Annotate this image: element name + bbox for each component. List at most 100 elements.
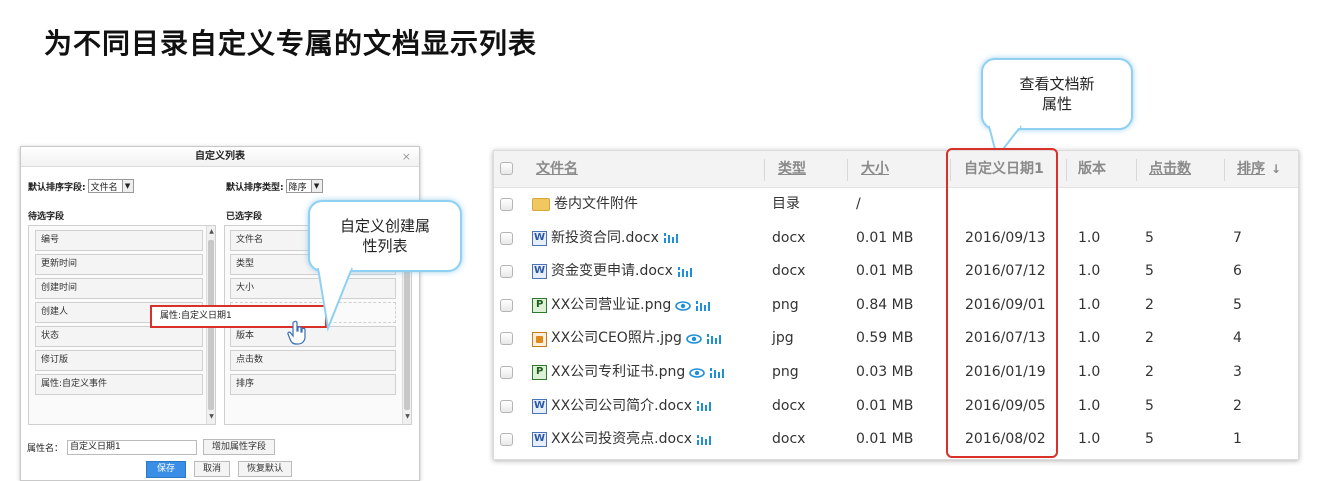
file-name-link[interactable]: 新投资合同.docx [551, 222, 659, 256]
available-fields-heading: 待选字段 [28, 212, 65, 222]
selected-field-item[interactable]: 点击数 [230, 350, 396, 371]
dialog-titlebar: 自定义列表 × [21, 147, 419, 167]
file-type-cell: docx [772, 263, 806, 280]
stats-icon[interactable] [696, 400, 712, 412]
preview-eye-icon[interactable] [689, 367, 706, 378]
row-checkbox[interactable] [500, 231, 513, 245]
column-header-clicks[interactable]: 点击数 [1149, 151, 1191, 188]
file-name-cell: XX公司CEO照片.jpg [532, 322, 722, 356]
default-sort-field-select[interactable]: 文件名 ▼ [87, 179, 134, 193]
scroll-down-icon[interactable]: ▼ [207, 413, 216, 420]
column-separator [950, 159, 951, 181]
file-name-cell: XX公司营业证.png [532, 289, 711, 323]
word-doc-icon [532, 432, 547, 448]
stats-icon[interactable] [709, 367, 725, 379]
column-header-custom-date[interactable]: 自定义日期1 [964, 151, 1044, 188]
custom-date-cell: 2016/09/13 [965, 229, 1046, 246]
version-cell: 1.0 [1078, 296, 1101, 313]
available-field-item[interactable]: 修订版 [35, 350, 203, 371]
clicks-cell: 5 [1145, 263, 1154, 280]
row-checkbox[interactable] [500, 433, 513, 447]
restore-default-button[interactable]: 恢复默认 [238, 461, 293, 477]
custom-date-cell: 2016/09/01 [965, 296, 1046, 313]
file-name-link[interactable]: XX公司CEO照片.jpg [551, 322, 682, 356]
close-icon[interactable]: × [402, 147, 411, 167]
file-name-link[interactable]: XX公司专利证书.png [551, 356, 685, 390]
table-row[interactable]: XX公司公司简介.docx docx 0.01 MB 2016/09/05 1.0 5 2 [494, 390, 1298, 424]
column-header-name[interactable]: 文件名 [536, 151, 578, 188]
default-sort-type-value: 降序 [288, 182, 307, 193]
file-name-link[interactable]: 资金变更申请.docx [551, 255, 673, 289]
chevron-down-icon: ▼ [310, 180, 322, 192]
available-field-item[interactable]: 更新时间 [35, 254, 203, 275]
table-row[interactable]: 新投资合同.docx docx 0.01 MB 2016/09/13 1.0 5 7 [494, 222, 1298, 256]
row-checkbox[interactable] [500, 332, 513, 346]
default-sort-type-select[interactable]: 降序 ▼ [285, 179, 323, 193]
callout-view-doc-attr: 查看文档新 属性 [981, 58, 1133, 130]
column-separator [1224, 159, 1225, 181]
stats-icon[interactable] [696, 434, 712, 446]
table-row[interactable]: XX公司CEO照片.jpg jpg 0.59 MB 2016/07/13 1.0 2 4 [494, 322, 1298, 356]
version-cell: 1.0 [1078, 397, 1101, 414]
preview-eye-icon[interactable] [686, 334, 702, 344]
select-all-checkbox[interactable] [500, 162, 513, 175]
file-name-cell: 新投资合同.docx [532, 222, 679, 256]
row-checkbox[interactable] [500, 198, 513, 211]
row-checkbox[interactable] [500, 298, 513, 312]
column-header-version[interactable]: 版本 [1078, 151, 1106, 188]
row-checkbox[interactable] [500, 265, 513, 279]
file-name-cell: 卷内文件附件 [532, 188, 638, 222]
clicks-cell: 2 [1145, 330, 1154, 347]
attr-name-row: 属性名： 自定义日期1 增加属性字段 [27, 439, 276, 455]
clicks-cell: 5 [1145, 229, 1154, 246]
custom-date-cell: 2016/08/02 [965, 431, 1046, 448]
word-doc-icon [532, 398, 547, 414]
available-field-item[interactable]: 状态 [35, 326, 203, 347]
stats-icon[interactable] [663, 232, 679, 244]
order-cell: 7 [1233, 229, 1242, 246]
save-button[interactable]: 保存 [146, 461, 187, 478]
file-size-cell: 0.01 MB [856, 229, 914, 246]
row-checkbox[interactable] [500, 399, 513, 413]
order-cell: 1 [1233, 431, 1242, 448]
file-type-cell: 目录 [772, 196, 800, 212]
table-row[interactable]: 资金变更申请.docx docx 0.01 MB 2016/07/12 1.0 5 6 [494, 255, 1298, 289]
table-row[interactable]: XX公司专利证书.png png 0.03 MB 2016/01/19 1.0 2 3 [494, 356, 1298, 390]
table-row[interactable]: 卷内文件附件 目录 / [494, 188, 1298, 222]
dialog-button-row: 保存 取消 恢复默认 [146, 461, 293, 478]
file-name-link[interactable]: XX公司营业证.png [551, 289, 671, 323]
file-name-cell: XX公司专利证书.png [532, 356, 725, 390]
attr-name-input[interactable]: 自定义日期1 [67, 439, 198, 455]
file-size-cell: 0.59 MB [856, 330, 914, 347]
word-doc-icon [532, 230, 547, 246]
custom-date-cell: 2016/07/13 [965, 330, 1046, 347]
column-header-size[interactable]: 大小 [861, 151, 889, 188]
stats-icon[interactable] [677, 266, 693, 278]
file-name-link[interactable]: XX公司投资亮点.docx [551, 423, 692, 457]
custom-date-cell: 2016/09/05 [965, 397, 1046, 414]
stats-icon[interactable] [706, 333, 722, 345]
table-row[interactable]: XX公司投资亮点.docx docx 0.01 MB 2016/08/02 1.0 5 1 [494, 423, 1298, 457]
available-field-item[interactable]: 编号 [35, 230, 203, 251]
add-attr-field-button[interactable]: 增加属性字段 [203, 439, 276, 455]
hand-cursor-icon [287, 320, 306, 345]
cancel-button[interactable]: 取消 [194, 461, 231, 477]
column-header-type[interactable]: 类型 [778, 151, 806, 188]
file-name-link[interactable]: XX公司公司简介.docx [551, 390, 692, 424]
table-row[interactable]: XX公司营业证.png png 0.84 MB 2016/09/01 1.0 2 5 [494, 289, 1298, 323]
selected-field-item[interactable]: 排序 [230, 374, 396, 395]
file-type-cell: png [772, 296, 799, 313]
preview-eye-icon[interactable] [675, 300, 692, 311]
scroll-down-icon[interactable]: ▼ [403, 413, 412, 420]
available-field-item[interactable]: 属性:自定义事件 [35, 374, 203, 395]
sort-down-arrow-icon[interactable]: ↓ [1271, 151, 1281, 188]
file-name-link[interactable]: 卷内文件附件 [554, 188, 638, 222]
stats-icon[interactable] [695, 300, 711, 312]
column-header-order[interactable]: 排序 [1237, 151, 1265, 188]
available-field-item[interactable]: 创建时间 [35, 278, 203, 299]
selected-fields-heading: 已选字段 [226, 212, 263, 222]
scroll-up-icon[interactable]: ▲ [207, 228, 216, 235]
row-checkbox[interactable] [500, 366, 513, 379]
file-name-cell: XX公司投资亮点.docx [532, 423, 712, 457]
default-sort-field-row: 默认排序字段: 文件名 ▼ [28, 179, 134, 193]
